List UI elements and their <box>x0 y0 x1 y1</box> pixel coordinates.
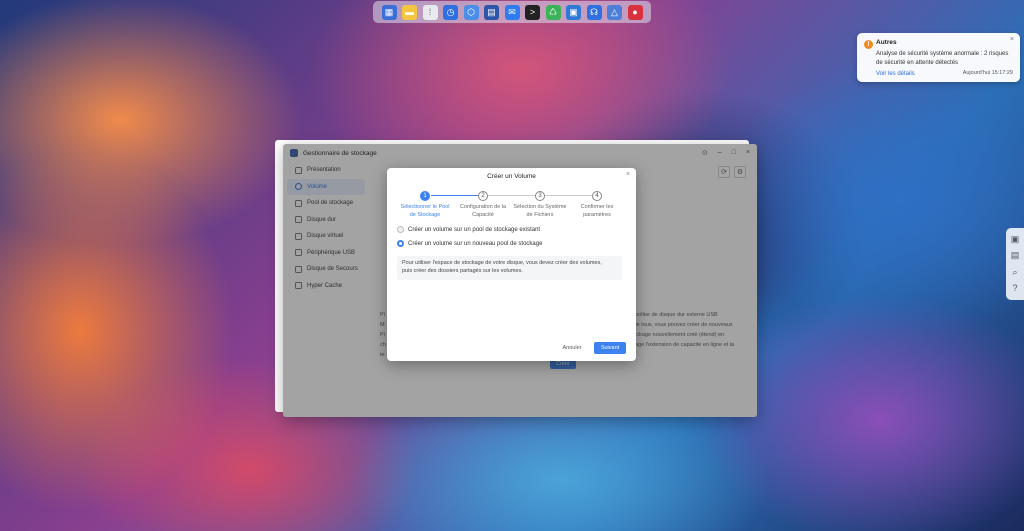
option-existing-label: Créer un volume sur un pool de stockage … <box>408 226 541 233</box>
app-grid-icon[interactable]: ▦ <box>381 4 397 20</box>
chat-icon[interactable]: ▤ <box>1011 251 1020 260</box>
notification-close-button[interactable]: × <box>1010 36 1014 43</box>
notification-details-link[interactable]: Voir les détails <box>876 71 915 77</box>
notification-time: Aujourd'hui 15:17:29 <box>962 70 1013 76</box>
help-icon[interactable]: ? <box>1012 283 1017 293</box>
dialog-close-button[interactable]: × <box>626 171 630 178</box>
search-icon[interactable]: ⌕ <box>1012 267 1017 277</box>
step-3: 3 Sélection du Système de Fichiers <box>513 191 567 218</box>
notes-icon[interactable]: ▬ <box>402 4 417 20</box>
step-4: 4 Confirmer les paramètres <box>580 191 614 218</box>
warning-icon: ! <box>864 40 873 49</box>
support-icon[interactable]: ☊ <box>586 4 602 20</box>
recycle-icon[interactable]: ♺ <box>545 4 561 20</box>
mail-icon[interactable]: ✉ <box>504 4 520 20</box>
info-box: Pour utiliser l'espace de stockage de vo… <box>397 256 622 280</box>
option-new-label: Créer un volume sur un nouveau pool de s… <box>408 240 543 247</box>
radio-new-pool[interactable] <box>397 240 404 247</box>
storage-icon[interactable]: ▤ <box>484 4 499 20</box>
cancel-button[interactable]: Annuler <box>555 342 589 354</box>
step-2: 2 Configuration de la Capacité <box>459 191 507 218</box>
wizard-steps: 1 Sélectionner le Pool de Stockage 2 Conf… <box>387 191 636 221</box>
raspberry-icon[interactable]: ● <box>627 4 643 20</box>
option-new-pool[interactable]: Créer un volume sur un nouveau pool de s… <box>397 240 542 247</box>
package-icon[interactable]: ▣ <box>566 4 581 20</box>
clock-icon[interactable]: ◷ <box>443 4 458 20</box>
terminal-icon[interactable]: > <box>525 4 540 20</box>
notification-title: Autres <box>876 39 897 46</box>
widget-icon[interactable]: ▣ <box>1011 235 1020 244</box>
option-existing-pool[interactable]: Créer un volume sur un pool de stockage … <box>397 226 540 233</box>
settings-hex-icon[interactable]: ⬡ <box>463 4 479 20</box>
dialog-title: Créer un Volume <box>487 173 536 180</box>
triangle-app-icon[interactable]: △ <box>607 4 622 20</box>
apps-icon[interactable]: ⁞ <box>422 4 438 20</box>
notification-card[interactable]: ! × Autres Analyse de sécurité système a… <box>857 33 1020 82</box>
next-button[interactable]: Suivant <box>594 342 626 354</box>
dock: ▦ ▬ ⁞ ◷ ⬡ ▤ ✉ > ♺ ▣ ☊ △ ● <box>373 1 651 23</box>
create-volume-dialog: Créer un Volume × 1 Sélectionner le Pool… <box>387 168 636 361</box>
side-toolbar: ▣ ▤ ⌕ ? <box>1006 228 1024 300</box>
notification-message: Analyse de sécurité système anormale : 2… <box>876 51 1009 66</box>
radio-existing-pool[interactable] <box>397 226 404 233</box>
step-1: 1 Sélectionner le Pool de Stockage <box>400 191 450 218</box>
